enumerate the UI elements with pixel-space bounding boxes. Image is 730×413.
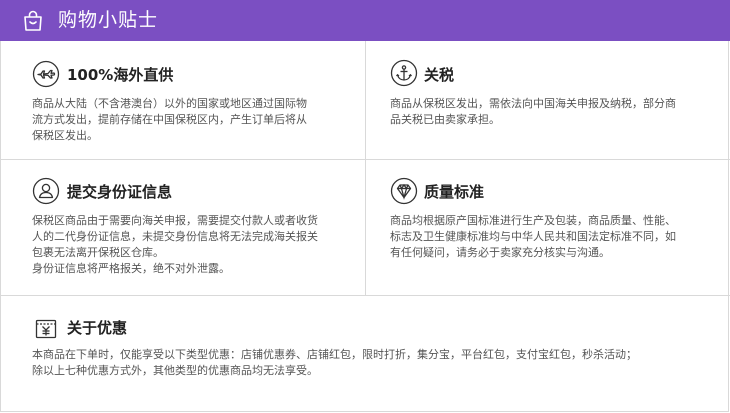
tip-heading: 提交身份证信息 xyxy=(67,183,173,201)
tip-line: 保税区发出。 xyxy=(32,129,98,142)
tip-line: 保税区商品由于需要向海关申报，需要提交付款人或者收货 xyxy=(32,214,318,227)
tip-heading: 100%海外直供 xyxy=(67,66,174,84)
tip-heading: 关于优惠 xyxy=(67,319,128,337)
tip-heading: 质量标准 xyxy=(424,183,485,201)
shopping-bag-icon xyxy=(21,9,45,33)
tip-description: 商品从大陆（不含港澳台）以外的国家或地区通过国际物 流方式发出，提前存储在中国保… xyxy=(32,96,352,144)
tip-line: 商品从保税区发出，需依法向中国海关申报及纳税，部分商 xyxy=(390,97,676,110)
tip-description: 保税区商品由于需要向海关申报，需要提交付款人或者收货 人的二代身份证信息，未提交… xyxy=(32,213,357,277)
tip-line: 本商品在下单时，仅能享受以下类型优惠：店铺优惠券、店铺红包，限时打折，集分宝，平… xyxy=(32,348,637,361)
tip-heading: 关税 xyxy=(424,66,455,84)
tip-description: 本商品在下单时，仅能享受以下类型优惠：店铺优惠券、店铺红包，限时打折，集分宝，平… xyxy=(32,347,722,379)
tip-line: 商品从大陆（不含港澳台）以外的国家或地区通过国际物 xyxy=(32,97,307,110)
tip-line: 流方式发出，提前存储在中国保税区内，产生订单后将从 xyxy=(32,113,307,126)
airplane-icon xyxy=(32,60,60,88)
tip-description: 商品均根据原产国标准进行生产及包装，商品质量、性能、 标志及卫生健康标准均与中华… xyxy=(390,213,720,261)
tip-line: 人的二代身份证信息，未提交身份信息将无法完成海关报关 xyxy=(32,230,318,243)
tip-discounts: 关于优惠 本商品在下单时，仅能享受以下类型优惠：店铺优惠券、店铺红包，限时打折，… xyxy=(1,296,730,412)
tip-line: 有任何疑问，请务必于卖家充分核实与沟通。 xyxy=(390,246,610,259)
header-title: 购物小贴士 xyxy=(58,9,159,31)
tips-panel: 100%海外直供 商品从大陆（不含港澳台）以外的国家或地区通过国际物 流方式发出… xyxy=(0,41,730,412)
tip-line: 品关税已由卖家承担。 xyxy=(390,113,500,126)
tip-line: 商品均根据原产国标准进行生产及包装，商品质量、性能、 xyxy=(390,214,676,227)
anchor-icon xyxy=(390,59,418,87)
tip-description: 商品从保税区发出，需依法向中国海关申报及纳税，部分商 品关税已由卖家承担。 xyxy=(390,96,720,128)
yen-coupon-icon xyxy=(32,315,60,343)
tip-line: 包裹无法离开保税区仓库。 xyxy=(32,246,164,259)
tip-id-info: 提交身份证信息 保税区商品由于需要向海关申报，需要提交付款人或者收货 人的二代身… xyxy=(1,160,366,296)
tip-line: 身份证信息将严格报关，绝不对外泄露。 xyxy=(32,262,230,275)
tips-header: 购物小贴士 xyxy=(0,0,730,41)
diamond-icon xyxy=(390,177,418,205)
tip-line: 标志及卫生健康标准均与中华人民共和国法定标准不同，如 xyxy=(390,230,676,243)
person-icon xyxy=(32,177,60,205)
tip-tariff: 关税 商品从保税区发出，需依法向中国海关申报及纳税，部分商 品关税已由卖家承担。 xyxy=(366,41,730,160)
tip-quality-standard: 质量标准 商品均根据原产国标准进行生产及包装，商品质量、性能、 标志及卫生健康标… xyxy=(366,160,730,296)
tip-line: 除以上七种优惠方式外，其他类型的优惠商品均无法享受。 xyxy=(32,364,318,377)
tip-overseas-supply: 100%海外直供 商品从大陆（不含港澳台）以外的国家或地区通过国际物 流方式发出… xyxy=(1,41,366,160)
